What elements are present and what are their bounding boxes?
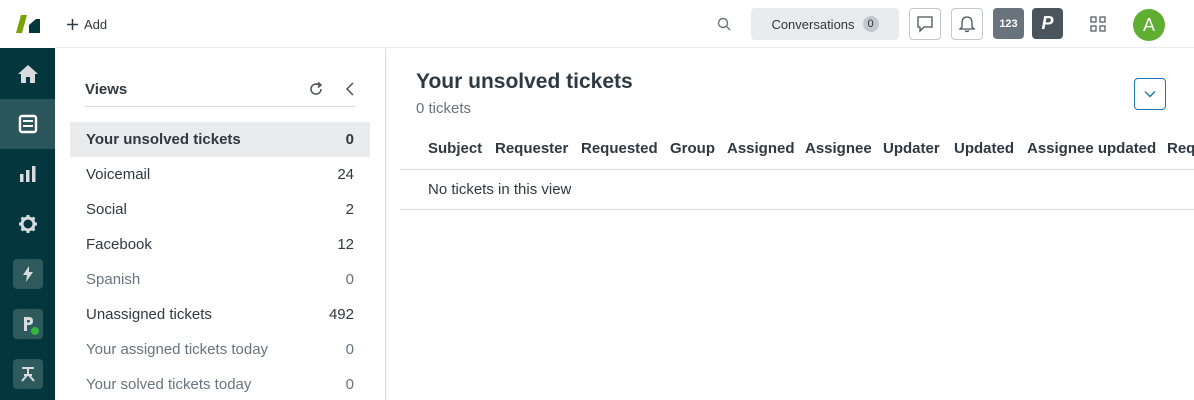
nav-app-figure[interactable] bbox=[0, 349, 55, 399]
column-header-assigned[interactable]: Assigned bbox=[727, 140, 795, 157]
view-item-count: 24 bbox=[337, 166, 354, 183]
p-app-tile bbox=[12, 309, 43, 339]
app-figure-icon bbox=[20, 367, 35, 382]
app-status-dot bbox=[30, 327, 39, 335]
view-item-count: 12 bbox=[337, 236, 354, 253]
column-header-requester[interactable]: Requester bbox=[495, 140, 568, 157]
column-header-updater[interactable]: Updater bbox=[883, 140, 940, 157]
view-item[interactable]: Facebook 12 bbox=[70, 227, 370, 262]
view-item-count: 2 bbox=[345, 201, 354, 218]
view-item[interactable]: Voicemail 24 bbox=[70, 157, 370, 192]
view-item-label: Facebook bbox=[86, 236, 152, 253]
figure-app-tile bbox=[12, 359, 43, 389]
add-button[interactable]: Add bbox=[67, 14, 107, 34]
nav-app-lightning[interactable] bbox=[0, 249, 55, 299]
chevron-down-icon bbox=[1144, 91, 1156, 98]
column-header-assignee[interactable]: Assignee bbox=[805, 140, 872, 157]
refresh-views-button[interactable] bbox=[306, 79, 326, 99]
nav-home[interactable] bbox=[0, 49, 55, 99]
nav-reporting[interactable] bbox=[0, 149, 55, 199]
conversations-label: Conversations bbox=[771, 16, 855, 32]
view-item-count: 0 bbox=[345, 131, 354, 148]
refresh-icon bbox=[310, 81, 323, 95]
plus-icon bbox=[67, 18, 78, 30]
view-item-label: Voicemail bbox=[86, 166, 151, 183]
add-label: Add bbox=[84, 16, 108, 32]
reporting-icon bbox=[19, 166, 35, 182]
app-123-button[interactable]: 123 bbox=[993, 8, 1024, 39]
view-item[interactable]: Unassigned tickets 492 bbox=[70, 297, 370, 332]
products-grid-button[interactable] bbox=[1088, 14, 1108, 34]
view-options-dropdown[interactable] bbox=[1134, 78, 1166, 110]
search-button[interactable] bbox=[714, 14, 734, 34]
ticket-count: 0 tickets bbox=[416, 100, 472, 117]
view-item-label: Your solved tickets today bbox=[86, 376, 252, 393]
page-title: Your unsolved tickets bbox=[416, 70, 633, 93]
column-header-subject[interactable]: Subject bbox=[428, 140, 482, 157]
collapse-views-button[interactable] bbox=[340, 79, 360, 99]
bell-icon bbox=[958, 16, 976, 33]
app-p-button[interactable]: P bbox=[1032, 8, 1063, 39]
view-item-label: Spanish bbox=[86, 271, 141, 288]
view-item-label: Your assigned tickets today bbox=[86, 341, 269, 358]
view-item[interactable]: Social 2 bbox=[70, 192, 370, 227]
view-item[interactable]: Your solved tickets today 0 bbox=[70, 367, 370, 400]
admin-gear-icon bbox=[18, 215, 37, 233]
view-item-count: 492 bbox=[328, 306, 354, 323]
view-item-count: 0 bbox=[345, 376, 354, 393]
zendesk-logo-icon bbox=[15, 15, 40, 33]
zendesk-logo[interactable] bbox=[0, 0, 55, 48]
chat-bubble-icon bbox=[917, 16, 933, 33]
notifications-button[interactable] bbox=[951, 8, 983, 40]
views-panel: Views Your unsolved tickets 0 Voicemail … bbox=[55, 49, 386, 400]
column-header-updated[interactable]: Updated bbox=[954, 140, 1014, 157]
conversations-count-badge: 0 bbox=[862, 16, 879, 32]
view-item-count: 0 bbox=[345, 341, 354, 358]
view-item-count: 0 bbox=[345, 271, 354, 288]
column-header-group[interactable]: Group bbox=[670, 140, 715, 157]
product-nav bbox=[0, 0, 55, 400]
column-header-assignee-updated[interactable]: Assignee updated bbox=[1027, 140, 1156, 157]
view-item-label: Social bbox=[86, 201, 127, 218]
search-icon bbox=[717, 17, 731, 31]
empty-state-message: No tickets in this view bbox=[428, 181, 572, 198]
main-content: Your unsolved tickets 0 tickets Subject … bbox=[387, 49, 1194, 400]
grid-icon bbox=[1090, 16, 1106, 32]
conversations-button[interactable]: Conversations 0 bbox=[751, 8, 899, 40]
lightning-app-tile bbox=[12, 259, 43, 289]
table-header-divider bbox=[400, 169, 1194, 170]
table-row-divider bbox=[400, 209, 1194, 210]
views-icon bbox=[18, 114, 37, 134]
column-header-requester-updated[interactable]: Req bbox=[1167, 140, 1194, 157]
nav-admin[interactable] bbox=[0, 199, 55, 249]
nav-views[interactable] bbox=[0, 99, 55, 149]
view-item-label: Unassigned tickets bbox=[86, 306, 212, 323]
view-item-label: Your unsolved tickets bbox=[86, 131, 241, 148]
chat-button[interactable] bbox=[909, 8, 941, 40]
views-divider bbox=[85, 106, 355, 107]
chevron-left-icon bbox=[345, 82, 354, 96]
nav-app-p[interactable] bbox=[0, 299, 55, 349]
view-item[interactable]: Your unsolved tickets 0 bbox=[70, 122, 370, 157]
top-bar: Add Conversations 0 123 P A bbox=[55, 0, 1194, 48]
user-avatar[interactable]: A bbox=[1133, 9, 1165, 41]
column-header-requested[interactable]: Requested bbox=[581, 140, 658, 157]
lightning-icon bbox=[22, 266, 33, 282]
view-item[interactable]: Spanish 0 bbox=[70, 262, 370, 297]
view-item[interactable]: Your assigned tickets today 0 bbox=[70, 332, 370, 367]
home-icon bbox=[17, 65, 38, 83]
views-title: Views bbox=[85, 81, 128, 98]
